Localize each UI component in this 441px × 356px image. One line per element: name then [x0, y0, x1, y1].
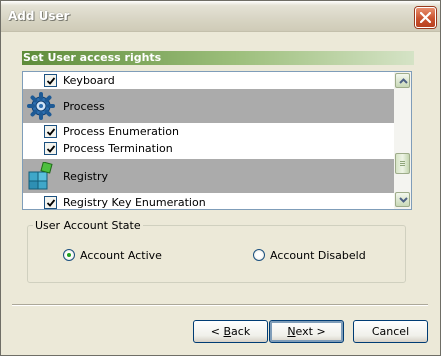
- group-row-registry: Registry: [23, 159, 394, 193]
- access-rights-header: Set User access rights: [22, 51, 414, 65]
- account-disabled-radio[interactable]: [253, 249, 265, 261]
- list-item-process-enumeration[interactable]: Process Enumeration: [23, 123, 394, 140]
- account-active-label[interactable]: Account Active: [80, 249, 162, 262]
- process-enumeration-checkbox[interactable]: [44, 125, 57, 138]
- thumb-grip-line: [400, 165, 405, 166]
- next-button[interactable]: Next >: [269, 320, 344, 343]
- next-button-mnemonic: N: [287, 325, 296, 338]
- back-button-prefix: <: [210, 325, 224, 338]
- scrollbar-thumb[interactable]: [395, 153, 410, 174]
- group-label-registry: Registry: [63, 170, 109, 183]
- back-button-mnemonic: B: [223, 325, 232, 338]
- chevron-up-icon: [399, 78, 408, 84]
- back-button[interactable]: < Back: [193, 320, 268, 343]
- process-termination-checkbox[interactable]: [44, 142, 57, 155]
- group-label-process: Process: [63, 100, 105, 113]
- group-row-process: Process: [23, 89, 394, 123]
- chevron-down-icon: [399, 197, 408, 203]
- window-title: Add User: [8, 9, 70, 23]
- list-item-label: Registry Key Enumeration: [63, 196, 206, 209]
- access-rights-list[interactable]: Keyboard Process Process Enumeration Pro…: [22, 71, 412, 210]
- account-active-radio[interactable]: [63, 249, 75, 261]
- account-disabled-label[interactable]: Account Disabeld: [270, 249, 366, 262]
- vertical-scrollbar[interactable]: [394, 72, 411, 209]
- gear-icon: [27, 92, 55, 120]
- thumb-grip-line: [400, 161, 405, 162]
- radio-selected-dot: [67, 253, 71, 257]
- checkmark-icon: [46, 77, 56, 85]
- list-item-label: Process Enumeration: [63, 125, 179, 138]
- registry-key-enumeration-checkbox[interactable]: [44, 196, 57, 209]
- add-user-dialog: Add User Set User access rights Keyboard: [0, 0, 441, 356]
- scroll-down-button[interactable]: [395, 192, 410, 207]
- scroll-up-button[interactable]: [395, 73, 410, 88]
- thumb-grip-line: [400, 163, 405, 164]
- account-state-legend: User Account State: [33, 219, 143, 232]
- next-button-suffix: ext >: [295, 325, 326, 338]
- list-item-process-termination[interactable]: Process Termination: [23, 140, 394, 157]
- cancel-button[interactable]: Cancel: [353, 320, 428, 343]
- registry-cubes-icon: [28, 162, 53, 190]
- list-item-registry-key-enumeration[interactable]: Registry Key Enumeration: [23, 194, 394, 209]
- checkmark-icon: [46, 128, 56, 136]
- list-item-label: Keyboard: [63, 74, 115, 87]
- close-icon: [420, 12, 431, 23]
- divider: [12, 304, 428, 306]
- list-item-label: Process Termination: [63, 142, 173, 155]
- list-item-keyboard[interactable]: Keyboard: [23, 72, 394, 89]
- title-bar[interactable]: Add User: [1, 1, 440, 32]
- checkmark-icon: [46, 145, 56, 153]
- checkmark-icon: [46, 199, 56, 207]
- close-button[interactable]: [415, 7, 436, 28]
- keyboard-checkbox[interactable]: [44, 74, 57, 87]
- back-button-suffix: ack: [231, 325, 251, 338]
